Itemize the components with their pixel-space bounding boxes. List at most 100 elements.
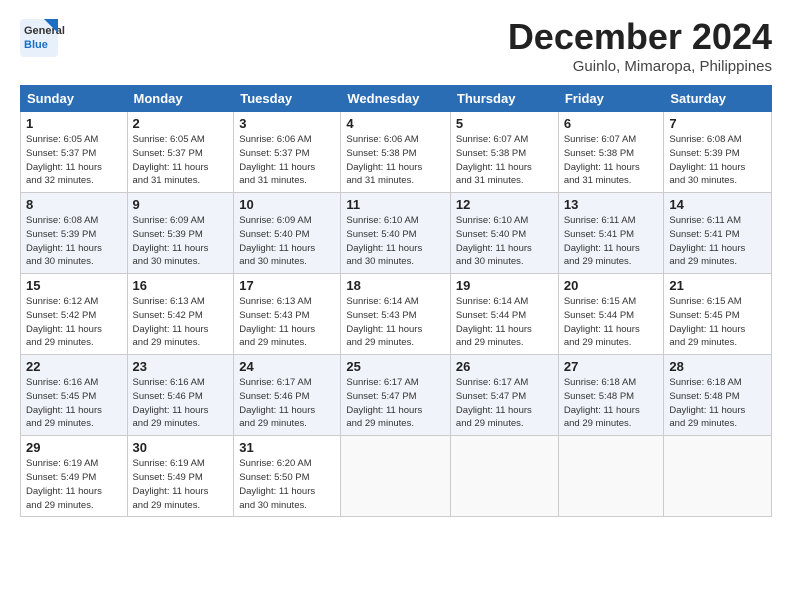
week-row-5: 29Sunrise: 6:19 AM Sunset: 5:49 PM Dayli… [21, 436, 772, 517]
calendar-cell: 22Sunrise: 6:16 AM Sunset: 5:45 PM Dayli… [21, 355, 128, 436]
dow-header-sunday: Sunday [21, 86, 128, 112]
day-info: Sunrise: 6:07 AM Sunset: 5:38 PM Dayligh… [456, 133, 553, 188]
week-row-4: 22Sunrise: 6:16 AM Sunset: 5:45 PM Dayli… [21, 355, 772, 436]
calendar-cell: 7 Sunrise: 6:08 AM Sunset: 5:39 PM Daylig… [664, 112, 772, 193]
day-number: 4 [346, 116, 445, 131]
day-info: Sunrise: 6:10 AM Sunset: 5:40 PM Dayligh… [346, 214, 445, 269]
day-number: 21 [669, 278, 766, 293]
day-number: 14 [669, 197, 766, 212]
day-info: Sunrise: 6:12 AM Sunset: 5:42 PM Dayligh… [26, 295, 122, 350]
day-number: 20 [564, 278, 659, 293]
day-number: 13 [564, 197, 659, 212]
dow-header-thursday: Thursday [450, 86, 558, 112]
calendar-cell: 21Sunrise: 6:15 AM Sunset: 5:45 PM Dayli… [664, 274, 772, 355]
day-info: Sunrise: 6:05 AM Sunset: 5:37 PM Dayligh… [26, 133, 122, 188]
calendar-cell: 19 Sunrise: 6:14 AM Sunset: 5:44 PM Dayli… [450, 274, 558, 355]
day-number: 2 [133, 116, 229, 131]
day-number: 10 [239, 197, 335, 212]
day-number: 25 [346, 359, 445, 374]
calendar-body: 1 Sunrise: 6:05 AM Sunset: 5:37 PM Daylig… [21, 112, 772, 517]
calendar-cell: 1 Sunrise: 6:05 AM Sunset: 5:37 PM Daylig… [21, 112, 128, 193]
calendar-cell [450, 436, 558, 517]
week-row-2: 8 Sunrise: 6:08 AM Sunset: 5:39 PM Daylig… [21, 193, 772, 274]
title-block: December 2024 Guinlo, Mimaropa, Philippi… [508, 16, 772, 75]
day-info: Sunrise: 6:14 AM Sunset: 5:44 PM Dayligh… [456, 295, 553, 350]
location-title: Guinlo, Mimaropa, Philippines [508, 58, 772, 75]
day-number: 26 [456, 359, 553, 374]
calendar-cell: 14 Sunrise: 6:11 AM Sunset: 5:41 PM Dayli… [664, 193, 772, 274]
day-info: Sunrise: 6:09 AM Sunset: 5:39 PM Dayligh… [133, 214, 229, 269]
calendar-cell: 16 Sunrise: 6:13 AM Sunset: 5:42 PM Dayli… [127, 274, 234, 355]
calendar-cell: 31 Sunrise: 6:20 AM Sunset: 5:50 PM Dayli… [234, 436, 341, 517]
calendar-cell: 25 Sunrise: 6:17 AM Sunset: 5:47 PM Dayli… [341, 355, 451, 436]
calendar-cell: 27 Sunrise: 6:18 AM Sunset: 5:48 PM Dayli… [558, 355, 664, 436]
day-number: 3 [239, 116, 335, 131]
day-number: 19 [456, 278, 553, 293]
calendar-cell: 26Sunrise: 6:17 AM Sunset: 5:47 PM Dayli… [450, 355, 558, 436]
day-number: 7 [669, 116, 766, 131]
day-info: Sunrise: 6:11 AM Sunset: 5:41 PM Dayligh… [669, 214, 766, 269]
day-number: 31 [239, 440, 335, 455]
day-info: Sunrise: 6:20 AM Sunset: 5:50 PM Dayligh… [239, 457, 335, 512]
day-info: Sunrise: 6:10 AM Sunset: 5:40 PM Dayligh… [456, 214, 553, 269]
calendar-cell: 6Sunrise: 6:07 AM Sunset: 5:38 PM Daylig… [558, 112, 664, 193]
day-info: Sunrise: 6:11 AM Sunset: 5:41 PM Dayligh… [564, 214, 659, 269]
calendar-cell: 29Sunrise: 6:19 AM Sunset: 5:49 PM Dayli… [21, 436, 128, 517]
calendar-cell: 24Sunrise: 6:17 AM Sunset: 5:46 PM Dayli… [234, 355, 341, 436]
day-number: 5 [456, 116, 553, 131]
day-number: 16 [133, 278, 229, 293]
calendar-cell [558, 436, 664, 517]
day-number: 11 [346, 197, 445, 212]
page: General Blue December 2024 Guinlo, Mimar… [0, 0, 792, 612]
logo-svg: General Blue [20, 16, 100, 60]
day-number: 18 [346, 278, 445, 293]
calendar-cell: 10 Sunrise: 6:09 AM Sunset: 5:40 PM Dayli… [234, 193, 341, 274]
day-info: Sunrise: 6:05 AM Sunset: 5:37 PM Dayligh… [133, 133, 229, 188]
day-info: Sunrise: 6:08 AM Sunset: 5:39 PM Dayligh… [26, 214, 122, 269]
day-number: 17 [239, 278, 335, 293]
calendar-cell: 23 Sunrise: 6:16 AM Sunset: 5:46 PM Dayli… [127, 355, 234, 436]
dow-header-monday: Monday [127, 86, 234, 112]
day-number: 23 [133, 359, 229, 374]
calendar-cell [664, 436, 772, 517]
week-row-1: 1 Sunrise: 6:05 AM Sunset: 5:37 PM Daylig… [21, 112, 772, 193]
day-info: Sunrise: 6:13 AM Sunset: 5:43 PM Dayligh… [239, 295, 335, 350]
dow-header-saturday: Saturday [664, 86, 772, 112]
calendar-cell: 20Sunrise: 6:15 AM Sunset: 5:44 PM Dayli… [558, 274, 664, 355]
calendar-cell: 13 Sunrise: 6:11 AM Sunset: 5:41 PM Dayli… [558, 193, 664, 274]
day-info: Sunrise: 6:13 AM Sunset: 5:42 PM Dayligh… [133, 295, 229, 350]
day-info: Sunrise: 6:16 AM Sunset: 5:46 PM Dayligh… [133, 376, 229, 431]
day-number: 8 [26, 197, 122, 212]
calendar-cell: 15Sunrise: 6:12 AM Sunset: 5:42 PM Dayli… [21, 274, 128, 355]
dow-header-wednesday: Wednesday [341, 86, 451, 112]
calendar-cell: 9Sunrise: 6:09 AM Sunset: 5:39 PM Daylig… [127, 193, 234, 274]
calendar-cell: 18 Sunrise: 6:14 AM Sunset: 5:43 PM Dayli… [341, 274, 451, 355]
svg-text:General: General [24, 25, 65, 37]
calendar-cell: 17 Sunrise: 6:13 AM Sunset: 5:43 PM Dayli… [234, 274, 341, 355]
calendar-cell: 4Sunrise: 6:06 AM Sunset: 5:38 PM Daylig… [341, 112, 451, 193]
day-info: Sunrise: 6:18 AM Sunset: 5:48 PM Dayligh… [564, 376, 659, 431]
day-number: 27 [564, 359, 659, 374]
calendar-cell: 8 Sunrise: 6:08 AM Sunset: 5:39 PM Daylig… [21, 193, 128, 274]
day-info: Sunrise: 6:07 AM Sunset: 5:38 PM Dayligh… [564, 133, 659, 188]
day-number: 1 [26, 116, 122, 131]
day-info: Sunrise: 6:14 AM Sunset: 5:43 PM Dayligh… [346, 295, 445, 350]
week-row-3: 15Sunrise: 6:12 AM Sunset: 5:42 PM Dayli… [21, 274, 772, 355]
day-info: Sunrise: 6:19 AM Sunset: 5:49 PM Dayligh… [133, 457, 229, 512]
day-info: Sunrise: 6:09 AM Sunset: 5:40 PM Dayligh… [239, 214, 335, 269]
calendar-cell: 5 Sunrise: 6:07 AM Sunset: 5:38 PM Daylig… [450, 112, 558, 193]
month-title: December 2024 [508, 16, 772, 58]
day-info: Sunrise: 6:16 AM Sunset: 5:45 PM Dayligh… [26, 376, 122, 431]
day-number: 24 [239, 359, 335, 374]
day-number: 12 [456, 197, 553, 212]
calendar-cell: 2 Sunrise: 6:05 AM Sunset: 5:37 PM Daylig… [127, 112, 234, 193]
logo: General Blue [20, 16, 100, 60]
day-info: Sunrise: 6:17 AM Sunset: 5:47 PM Dayligh… [346, 376, 445, 431]
day-info: Sunrise: 6:08 AM Sunset: 5:39 PM Dayligh… [669, 133, 766, 188]
day-of-week-header-row: SundayMondayTuesdayWednesdayThursdayFrid… [21, 86, 772, 112]
header: General Blue December 2024 Guinlo, Mimar… [20, 16, 772, 75]
calendar-table: SundayMondayTuesdayWednesdayThursdayFrid… [20, 85, 772, 517]
svg-text:Blue: Blue [24, 39, 48, 51]
day-number: 28 [669, 359, 766, 374]
dow-header-friday: Friday [558, 86, 664, 112]
